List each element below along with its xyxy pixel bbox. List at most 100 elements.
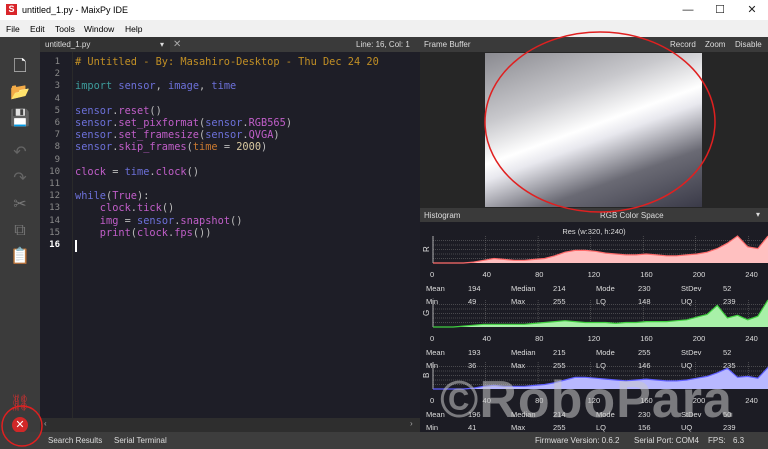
code-line: clock.tick() <box>75 202 174 214</box>
left-toolbar: 🗋 📂 💾 ↶ ↷ ✂ ⧉ 📋 ⛓ ✕ <box>0 37 40 433</box>
undo-icon[interactable]: ↶ <box>10 143 30 163</box>
paste-icon[interactable]: 📋 <box>10 247 30 267</box>
maximize-button[interactable]: ☐ <box>705 2 735 18</box>
scroll-left-icon[interactable]: ‹ <box>44 419 47 428</box>
axis-tick-label: 40 <box>482 334 491 343</box>
code-token: ) <box>273 129 280 142</box>
channel-label: G <box>422 310 431 316</box>
code-token: () <box>149 104 162 117</box>
stat-value: 215 <box>553 348 566 357</box>
stat-label: StDev <box>681 348 702 357</box>
code-token: sensor <box>205 117 243 129</box>
code-token: tick <box>137 202 162 215</box>
chevron-down-icon[interactable]: ▾ <box>160 40 164 49</box>
code-line: # Untitled - By: Masahiro-Desktop - Thu … <box>75 56 379 68</box>
code-token: time <box>211 80 237 93</box>
code-token: () <box>161 202 175 215</box>
code-token: = <box>106 165 125 178</box>
code-token: sensor <box>75 129 113 142</box>
code-editor[interactable]: 1 2 3 4 5 6 7 8 9 10 11 12 13 14 15 16 # Untitled - By:… <box>40 52 420 418</box>
disable-button[interactable]: Disable <box>735 40 762 49</box>
stat-value: 146 <box>638 361 651 370</box>
code-token: sensor <box>118 80 156 93</box>
serial-terminal-tab[interactable]: Serial Terminal <box>114 436 167 445</box>
menu-tools[interactable]: Tools <box>55 24 75 34</box>
minimize-button[interactable]: — <box>673 2 703 18</box>
code-token: sensor <box>205 129 243 142</box>
menu-window[interactable]: Window <box>84 24 114 34</box>
scroll-right-icon[interactable]: › <box>410 419 413 428</box>
code-token: sensor <box>75 141 113 154</box>
save-icon[interactable]: 💾 <box>10 109 30 129</box>
firmware-version: Firmware Version: 0.6.2 <box>535 436 620 445</box>
code-token: , <box>199 80 212 93</box>
app-logo: S <box>6 4 17 15</box>
code-token: RGB565 <box>248 117 286 129</box>
window-title: untitled_1.py - MaixPy IDE <box>22 5 129 15</box>
search-results-tab[interactable]: Search Results <box>48 436 102 445</box>
menu-file[interactable]: File <box>6 24 20 34</box>
code-token: () <box>230 214 243 227</box>
stat-label: UQ <box>681 361 693 370</box>
code-token: fps <box>174 226 193 239</box>
stop-icon[interactable]: ✕ <box>12 417 28 433</box>
open-folder-icon[interactable]: 📂 <box>10 83 30 103</box>
file-tab[interactable]: untitled_1.py ▾ <box>40 37 170 52</box>
axis-tick-label: 120 <box>587 270 601 279</box>
channel-label: R <box>422 246 431 252</box>
stat-value: 193 <box>468 348 481 357</box>
code-token: 2000 <box>236 141 262 154</box>
copy-icon[interactable]: ⧉ <box>10 221 30 241</box>
stat-label: Mean <box>426 348 445 357</box>
menu-help[interactable]: Help <box>125 24 142 34</box>
new-file-icon[interactable]: 🗋 <box>10 57 30 77</box>
editor-tab-bar: untitled_1.py ▾ ✕ Line: 16, Col: 1 <box>40 37 420 52</box>
code-line: print(clock.fps()) <box>75 226 212 239</box>
stat-label: UQ <box>681 297 693 306</box>
code-token: = <box>217 141 237 154</box>
stat-label: LQ <box>596 361 607 370</box>
axis-tick-label: 160 <box>640 334 653 343</box>
cursor-position: Line: 16, Col: 1 <box>356 40 410 49</box>
horizontal-scrollbar[interactable]: ‹ › <box>40 418 420 432</box>
axis-tick-label: 80 <box>535 334 544 343</box>
code-token: while <box>75 190 106 203</box>
axis-tick-label: 200 <box>692 270 706 279</box>
zoom-button[interactable]: Zoom <box>705 40 725 49</box>
code-token: clock <box>155 165 187 178</box>
color-space-select[interactable]: RGB Color Space <box>600 211 664 220</box>
disconnect-icon[interactable]: ⛓ <box>10 394 30 414</box>
stat-label: Mean <box>426 284 445 293</box>
histogram-header: Histogram RGB Color Space ▾ <box>420 208 768 222</box>
stat-label: LQ <box>596 297 607 306</box>
stat-label: Median <box>511 348 536 357</box>
stat-value: 49 <box>468 297 477 306</box>
close-tab-icon[interactable]: ✕ <box>173 39 181 50</box>
code-line: clock = time.clock() <box>75 166 199 178</box>
axis-tick-label: 80 <box>535 270 544 279</box>
code-token: = <box>118 214 138 227</box>
stat-value: 255 <box>638 348 651 357</box>
stat-value: 36 <box>468 361 477 370</box>
watermark: ©RoboPara <box>440 371 733 429</box>
axis-tick-label: 0 <box>430 270 435 279</box>
chevron-down-icon[interactable]: ▾ <box>756 210 760 219</box>
close-button[interactable]: ✕ <box>737 2 767 18</box>
stat-value: 214 <box>553 284 566 293</box>
menu-bar: File Edit Tools Window Help <box>0 20 768 37</box>
code-line: sensor.set_pixformat(sensor.RGB565) <box>75 117 292 129</box>
code-token: () <box>186 165 200 178</box>
code-token: clock <box>137 226 168 239</box>
frame-buffer-title: Frame Buffer <box>424 40 471 49</box>
redo-icon[interactable]: ↷ <box>10 169 30 189</box>
record-button[interactable]: Record <box>670 40 696 49</box>
camera-image <box>485 53 702 207</box>
code-line: sensor.reset() <box>75 105 162 117</box>
code-token: sensor <box>137 214 175 227</box>
stat-label: Mode <box>596 348 615 357</box>
axis-tick-label: 200 <box>692 334 706 343</box>
code-token: snapshot <box>180 214 231 227</box>
menu-edit[interactable]: Edit <box>30 24 45 34</box>
frame-buffer-header: Frame Buffer Record Zoom Disable <box>420 37 768 52</box>
cut-icon[interactable]: ✂ <box>10 195 30 215</box>
